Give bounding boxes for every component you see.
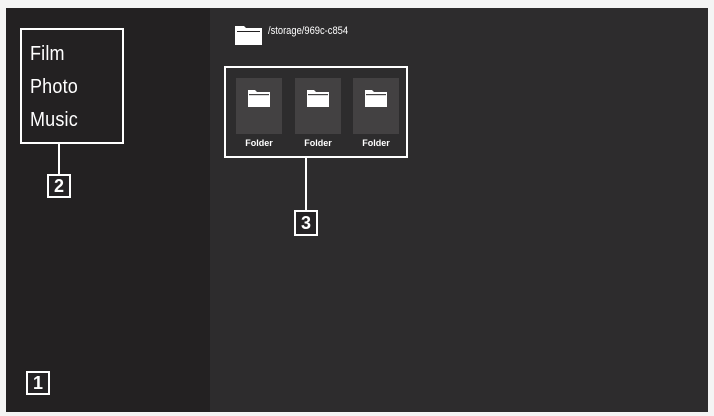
callout-2-line (58, 144, 60, 174)
folder-tile-1[interactable] (236, 78, 282, 134)
folder-label-3: Folder (362, 138, 390, 148)
folder-icon (235, 26, 262, 45)
menu-item-photo[interactable]: Photo (30, 76, 78, 99)
folder-icon (365, 90, 387, 107)
folder-icon (248, 90, 270, 107)
current-path: /storage/969c-c854 (268, 25, 349, 37)
media-browser-screen: Film Photo Music 2 1 /storage/969c-c854 (6, 8, 708, 412)
callout-2-label: 2 (47, 174, 71, 198)
callout-3-label: 3 (294, 210, 318, 236)
folder-label-1: Folder (245, 138, 273, 148)
callout-1-label: 1 (26, 371, 50, 395)
menu-item-music[interactable]: Music (30, 109, 78, 132)
menu-item-film[interactable]: Film (30, 43, 65, 66)
folder-tile-2[interactable] (295, 78, 341, 134)
sidebar: Film Photo Music (6, 8, 210, 412)
folder-icon (307, 90, 329, 107)
callout-3-line (305, 158, 307, 210)
folder-label-2: Folder (304, 138, 332, 148)
folder-grid: Folder Folder Folder (224, 66, 408, 158)
media-type-menu: Film Photo Music (20, 28, 124, 144)
folder-tile-3[interactable] (353, 78, 399, 134)
